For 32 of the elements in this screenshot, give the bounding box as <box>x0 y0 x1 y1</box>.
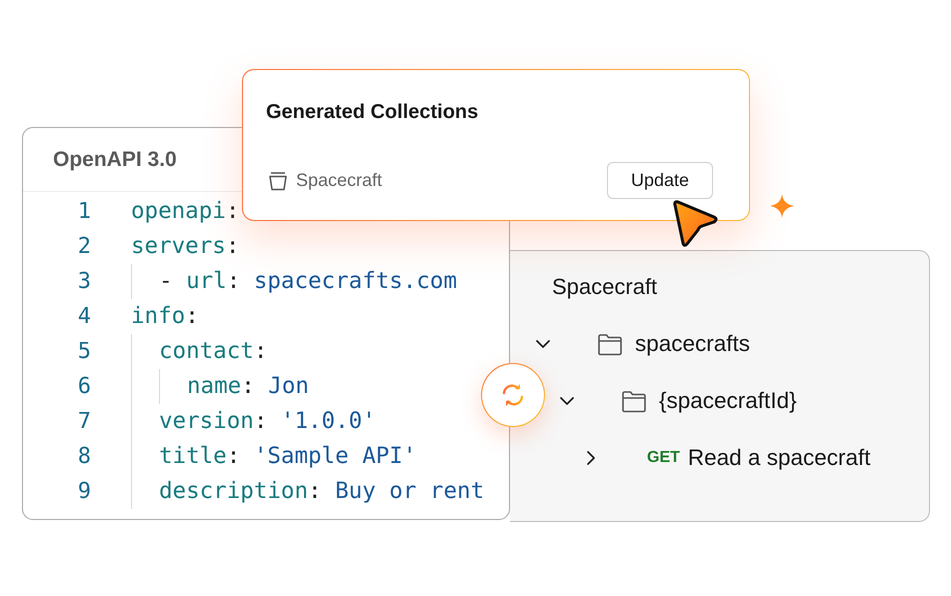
line-number: 6 <box>76 373 91 401</box>
code-line: name: Jon <box>187 372 309 401</box>
sparkle-icon <box>770 194 794 218</box>
line-number: 5 <box>76 338 91 366</box>
code-line: title: 'Sample API' <box>159 442 416 471</box>
tree-item[interactable]: GET Read a spacecraft <box>581 429 870 486</box>
editor-title: OpenAPI 3.0 <box>53 148 177 172</box>
line-number: 8 <box>76 443 91 471</box>
code-line: - url: spacecrafts.com <box>159 267 458 296</box>
tree-label: {spacecraftId} <box>659 388 797 414</box>
code-line: description: Buy or rent <box>159 477 484 506</box>
collection-icon <box>268 170 288 192</box>
code-line: openapi: <box>131 197 240 226</box>
tree-label: Read a spacecraft <box>688 444 870 470</box>
collection-name: Spacecraft <box>296 170 384 191</box>
popup-title: Generated Collections <box>266 100 480 124</box>
tree-label: spacecrafts <box>635 330 750 356</box>
line-number: 7 <box>76 408 91 436</box>
method-label: GET <box>647 448 680 466</box>
code-line: servers: <box>131 232 240 261</box>
tree-item[interactable]: spacecrafts <box>533 315 750 372</box>
line-number: 9 <box>76 478 91 506</box>
code-line: info: <box>131 302 199 331</box>
collection-title: Spacecraft <box>552 273 658 301</box>
code-line: contact: <box>159 337 268 366</box>
line-number: 3 <box>76 268 91 296</box>
tree-item[interactable]: {spacecraftId} <box>557 372 797 429</box>
line-number: 4 <box>76 303 91 331</box>
update-button[interactable]: Update <box>607 162 713 199</box>
line-number: 2 <box>76 233 91 261</box>
code-line: version: '1.0.0' <box>159 407 376 436</box>
line-number: 1 <box>76 198 91 226</box>
